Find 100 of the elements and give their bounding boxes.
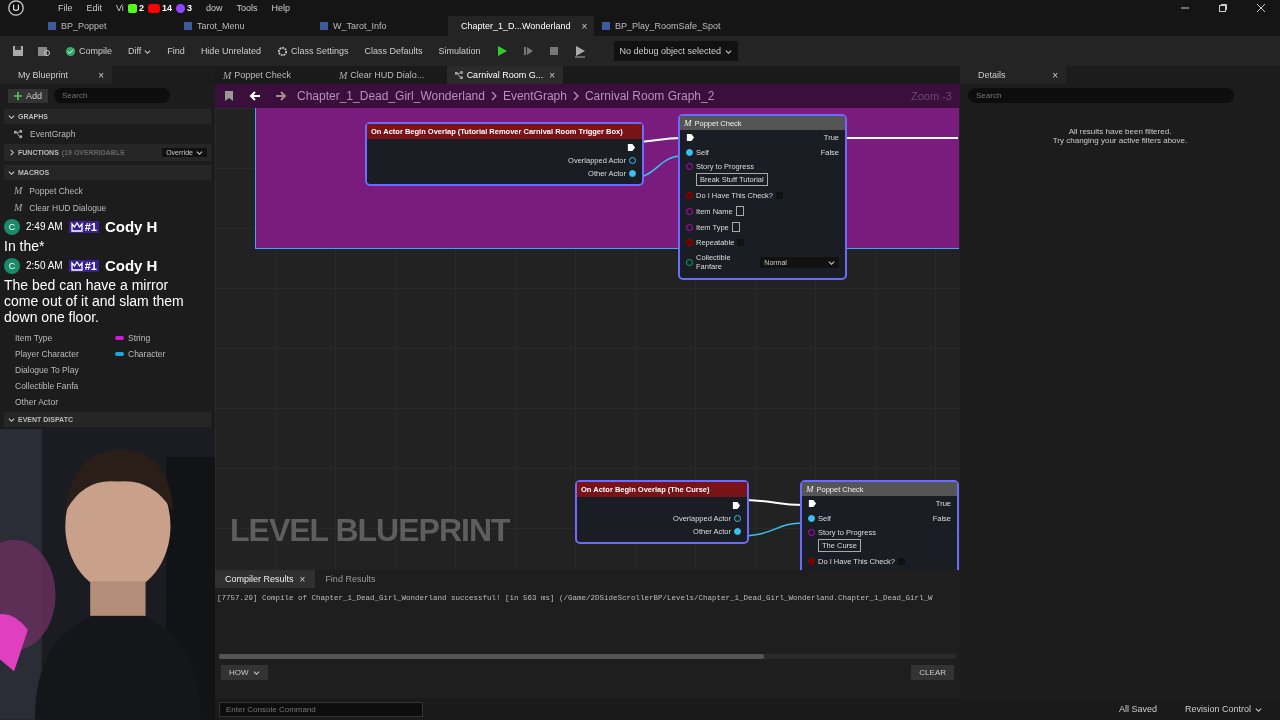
class-defaults-button[interactable]: Class Defaults — [359, 44, 428, 58]
restore-icon[interactable] — [1218, 3, 1228, 13]
variable-type: String — [128, 333, 151, 344]
graph-tab[interactable]: M Poppet Check — [215, 66, 331, 84]
chat-username: Cody H — [104, 218, 158, 235]
menu-item[interactable]: Tools — [236, 3, 258, 13]
expand-caret-icon[interactable] — [8, 169, 15, 176]
output-tab[interactable]: Find Results — [315, 570, 386, 588]
debug-object-dropdown[interactable]: No debug object selected — [613, 41, 739, 61]
pin-icon[interactable] — [808, 515, 815, 522]
filter-message: All results have been filtered. — [1067, 127, 1173, 136]
exec-pin-icon[interactable] — [686, 133, 695, 142]
class-settings-button[interactable]: Class Settings — [271, 43, 354, 59]
save-icon[interactable] — [11, 44, 25, 58]
graph-watermark: LEVEL BLUEPRINT — [230, 512, 510, 549]
caret-icon — [252, 669, 260, 676]
document-tab[interactable]: BP_Play_RoomSafe_Spot — [594, 16, 730, 36]
chat-avatar: C — [4, 218, 20, 235]
breadcrumb-link[interactable]: Chapter_1_Dead_Girl_Wonderland — [297, 89, 485, 103]
diff-button[interactable]: Diff — [123, 44, 157, 58]
rank-badge: #1 — [68, 259, 99, 272]
search-field[interactable]: Search — [968, 88, 1234, 103]
compile-button[interactable]: Compile — [60, 43, 117, 59]
bookmark-icon[interactable] — [222, 89, 236, 103]
zoom-level: Zoom -3 — [911, 90, 952, 102]
output-tab[interactable]: Compiler Results × — [215, 570, 316, 588]
document-tab[interactable]: Chapter_1_D...Wonderland × — [448, 16, 594, 36]
engine-logo-icon[interactable] — [8, 0, 24, 16]
chat-username: Cody H — [104, 257, 158, 275]
check-icon — [65, 45, 76, 57]
menu-item[interactable]: Edit — [86, 3, 103, 13]
close-tab-button[interactable]: × — [1052, 69, 1058, 81]
chat-avatar: C — [4, 257, 20, 274]
chat-message: In the* — [4, 237, 46, 256]
menu-item[interactable]: dow — [205, 3, 223, 13]
variable-name[interactable]: Dialogue To Play — [15, 365, 111, 376]
graph-tab[interactable]: Carnival Room G... × — [447, 66, 563, 84]
document-tab[interactable]: BP_Poppet — [40, 16, 176, 36]
tree-item[interactable]: Clear HUD Dialogue — [29, 202, 107, 213]
document-tab[interactable]: Tarot_Menu — [176, 16, 312, 36]
chevron-icon — [572, 91, 579, 101]
filter-message: Try changing your active filters above. — [1051, 136, 1189, 145]
breadcrumb-link[interactable]: Carnival Room Graph_2 — [584, 89, 715, 103]
document-tab[interactable]: W_Tarot_Info — [312, 16, 448, 36]
chat-message: The bed can have a mirror come out of it and slam them down one floor. — [4, 276, 184, 328]
variable-name[interactable]: Item Type — [15, 333, 111, 344]
pin-icon[interactable] — [686, 149, 693, 156]
revision-control-button[interactable]: Revision Control — [1178, 703, 1268, 715]
close-tab-button[interactable]: × — [98, 69, 104, 81]
caret-icon — [1255, 705, 1262, 713]
pin-icon[interactable] — [734, 528, 741, 535]
menu-item[interactable]: File — [58, 3, 73, 13]
tree-item[interactable]: EventGraph — [30, 129, 76, 139]
exec-pin-icon[interactable] — [627, 143, 636, 152]
chevron-icon — [490, 91, 497, 101]
caret-icon — [828, 258, 835, 266]
caret-icon — [144, 47, 152, 55]
scrollbar-thumb[interactable] — [219, 654, 765, 659]
console-field[interactable]: Enter Console Command — [219, 701, 423, 717]
macro-icon: M — [684, 118, 692, 128]
panel-tab[interactable]: Details — [978, 70, 1006, 80]
simulation-button[interactable]: Simulation — [433, 44, 486, 58]
graph-icon — [455, 70, 464, 80]
plus-icon — [14, 91, 22, 100]
pin-icon[interactable] — [629, 170, 636, 177]
expand-caret-icon[interactable] — [8, 416, 15, 424]
eject-icon[interactable] — [572, 44, 587, 58]
caret-icon — [725, 47, 733, 55]
add-button[interactable]: Add — [8, 88, 48, 103]
hide-unrelated-button[interactable]: Hide Unrelated — [195, 44, 266, 58]
variable-name[interactable]: Collectible Fanfa — [15, 381, 111, 392]
macro-icon: M — [14, 185, 23, 196]
variable-name[interactable]: Player Character — [15, 349, 111, 360]
viewer-count: 14 — [161, 3, 172, 13]
graph-tab[interactable]: M Clear HUD Dialo... — [331, 66, 447, 84]
save-status[interactable]: All Saved — [1118, 704, 1157, 714]
variable-name[interactable]: Other Actor — [15, 397, 111, 408]
chat-time: 2:50 AM — [26, 260, 63, 272]
caret-icon — [196, 149, 203, 156]
exec-pin-icon[interactable] — [808, 499, 817, 508]
expand-caret-icon[interactable] — [8, 149, 15, 156]
graph-icon — [14, 129, 23, 139]
find-button[interactable]: Find — [162, 44, 190, 58]
exec-pin-icon[interactable] — [732, 501, 741, 510]
forward-arrow-icon[interactable] — [274, 89, 288, 103]
back-arrow-icon[interactable] — [248, 89, 262, 103]
chat-time: 2:49 AM — [26, 221, 63, 232]
clear-button[interactable]: CLEAR — [911, 665, 954, 680]
tree-item[interactable]: Poppet Check — [29, 185, 83, 196]
close-icon[interactable] — [1256, 3, 1266, 13]
viewer-count: 2 — [138, 3, 144, 13]
panel-tab[interactable]: My Blueprint — [18, 70, 69, 80]
search-field[interactable]: Search — [54, 88, 170, 103]
show-button[interactable]: HOW — [221, 665, 268, 680]
breadcrumb-link[interactable]: EventGraph — [502, 89, 567, 103]
menu-item[interactable]: Help — [271, 3, 290, 13]
macro-icon: M — [806, 484, 814, 494]
browse-icon[interactable] — [37, 44, 51, 58]
menu-item[interactable]: Vi — [116, 3, 124, 13]
expand-caret-icon[interactable] — [8, 113, 15, 120]
